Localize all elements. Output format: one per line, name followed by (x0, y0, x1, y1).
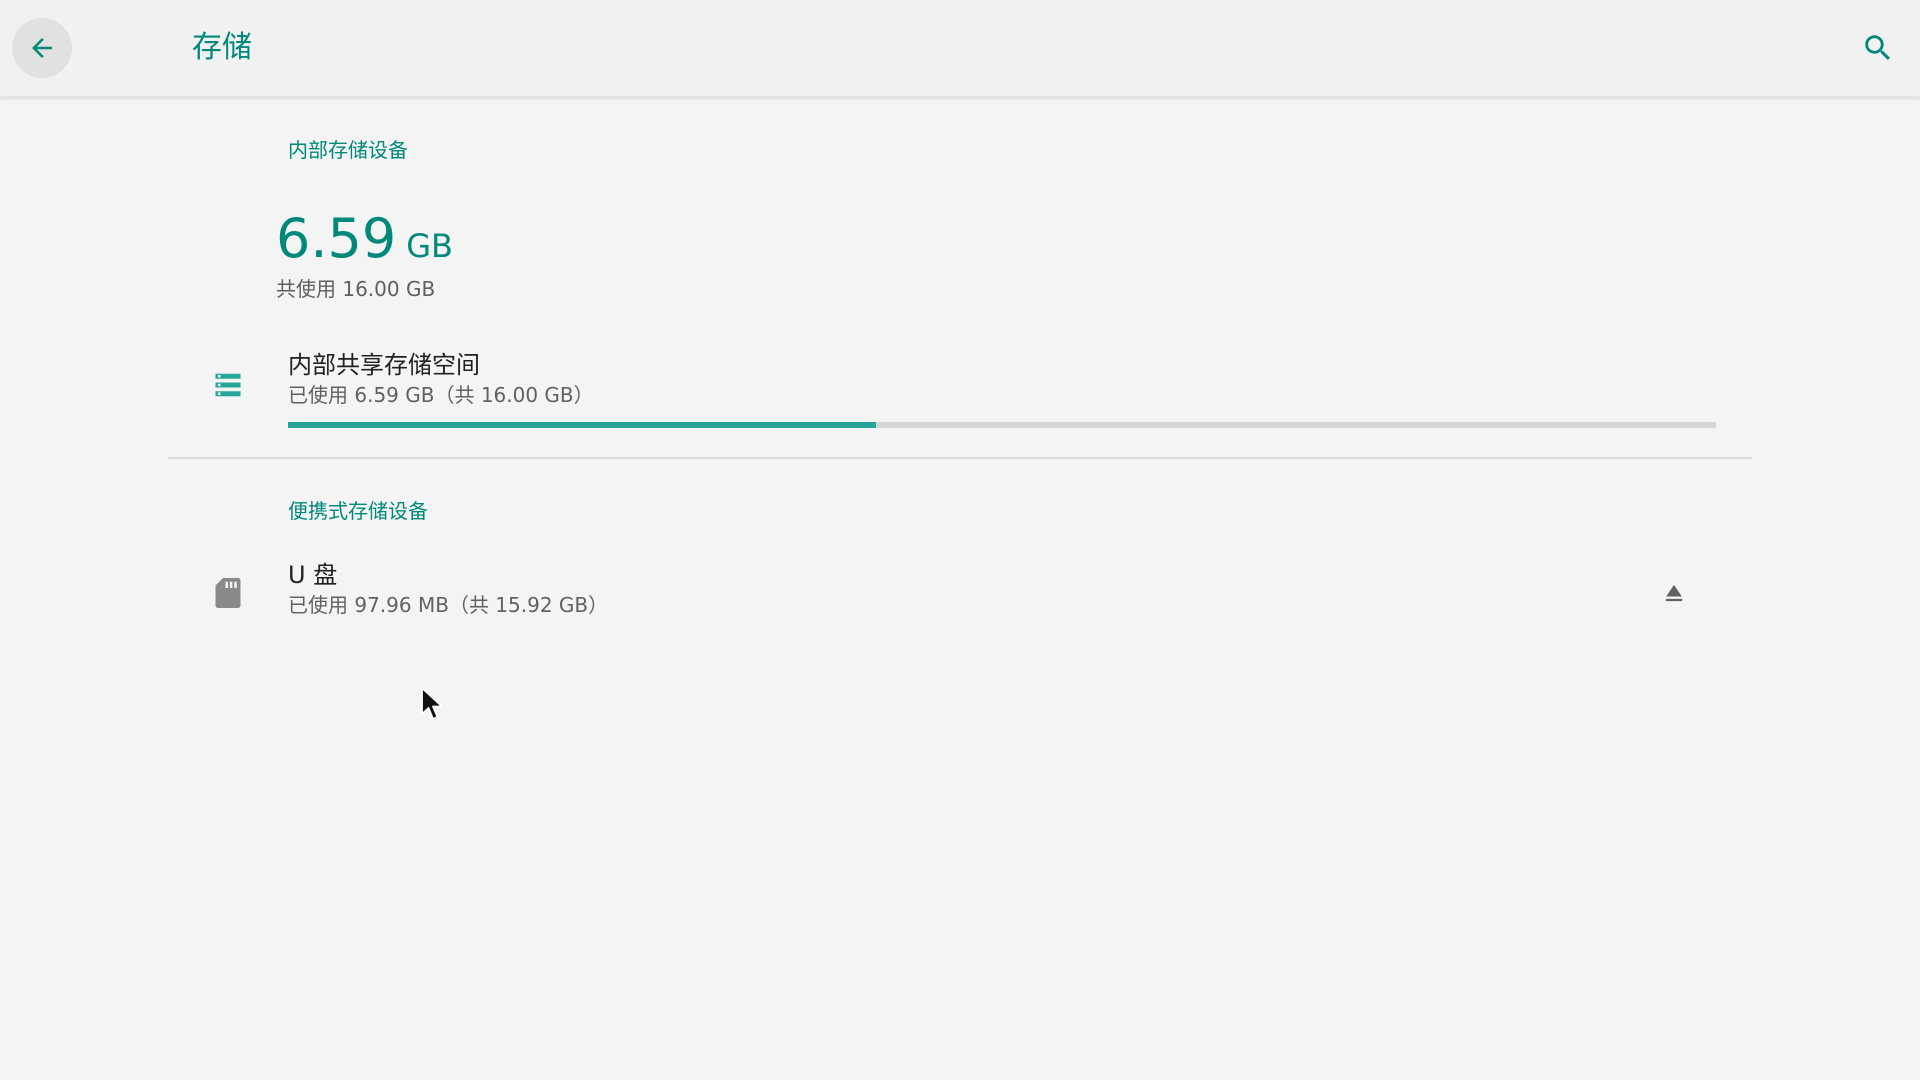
eject-icon (1665, 584, 1683, 602)
search-button[interactable] (1854, 24, 1902, 72)
shared-storage-title: 内部共享存储空间 (288, 351, 480, 379)
used-storage-summary: 6.59 GB (276, 207, 453, 271)
total-storage-text: 共使用 16.00 GB (276, 277, 436, 301)
usb-drive-summary: 已使用 97.96 MB（共 15.92 GB） (288, 593, 609, 617)
search-icon (1865, 35, 1891, 61)
storage-progress-fill (288, 422, 877, 428)
page-title: 存储 (192, 30, 252, 65)
usb-drive-item[interactable]: U 盘 已使用 97.96 MB（共 15.92 GB） (168, 549, 1752, 637)
eject-button[interactable] (1640, 565, 1708, 621)
storage-content: 内部存储设备 6.59 GB 共使用 16.00 GB 内部共享存储空间 已使用… (0, 97, 1920, 1080)
used-value: 6.59 (276, 207, 397, 270)
used-unit: GB (406, 227, 453, 265)
usb-drive-title: U 盘 (288, 561, 338, 589)
sd-card-icon (208, 573, 248, 613)
app-bar: 存储 (0, 0, 1920, 97)
internal-storage-header: 内部存储设备 (288, 138, 408, 162)
portable-storage-header: 便携式存储设备 (288, 499, 428, 523)
mouse-cursor-icon (420, 686, 446, 726)
storage-progress-bar (288, 422, 1716, 428)
storage-list-icon (208, 365, 248, 405)
section-divider (168, 457, 1752, 459)
arrow-left-icon (32, 38, 52, 58)
back-button[interactable] (12, 18, 72, 78)
shared-storage-summary: 已使用 6.59 GB（共 16.00 GB） (288, 383, 594, 407)
